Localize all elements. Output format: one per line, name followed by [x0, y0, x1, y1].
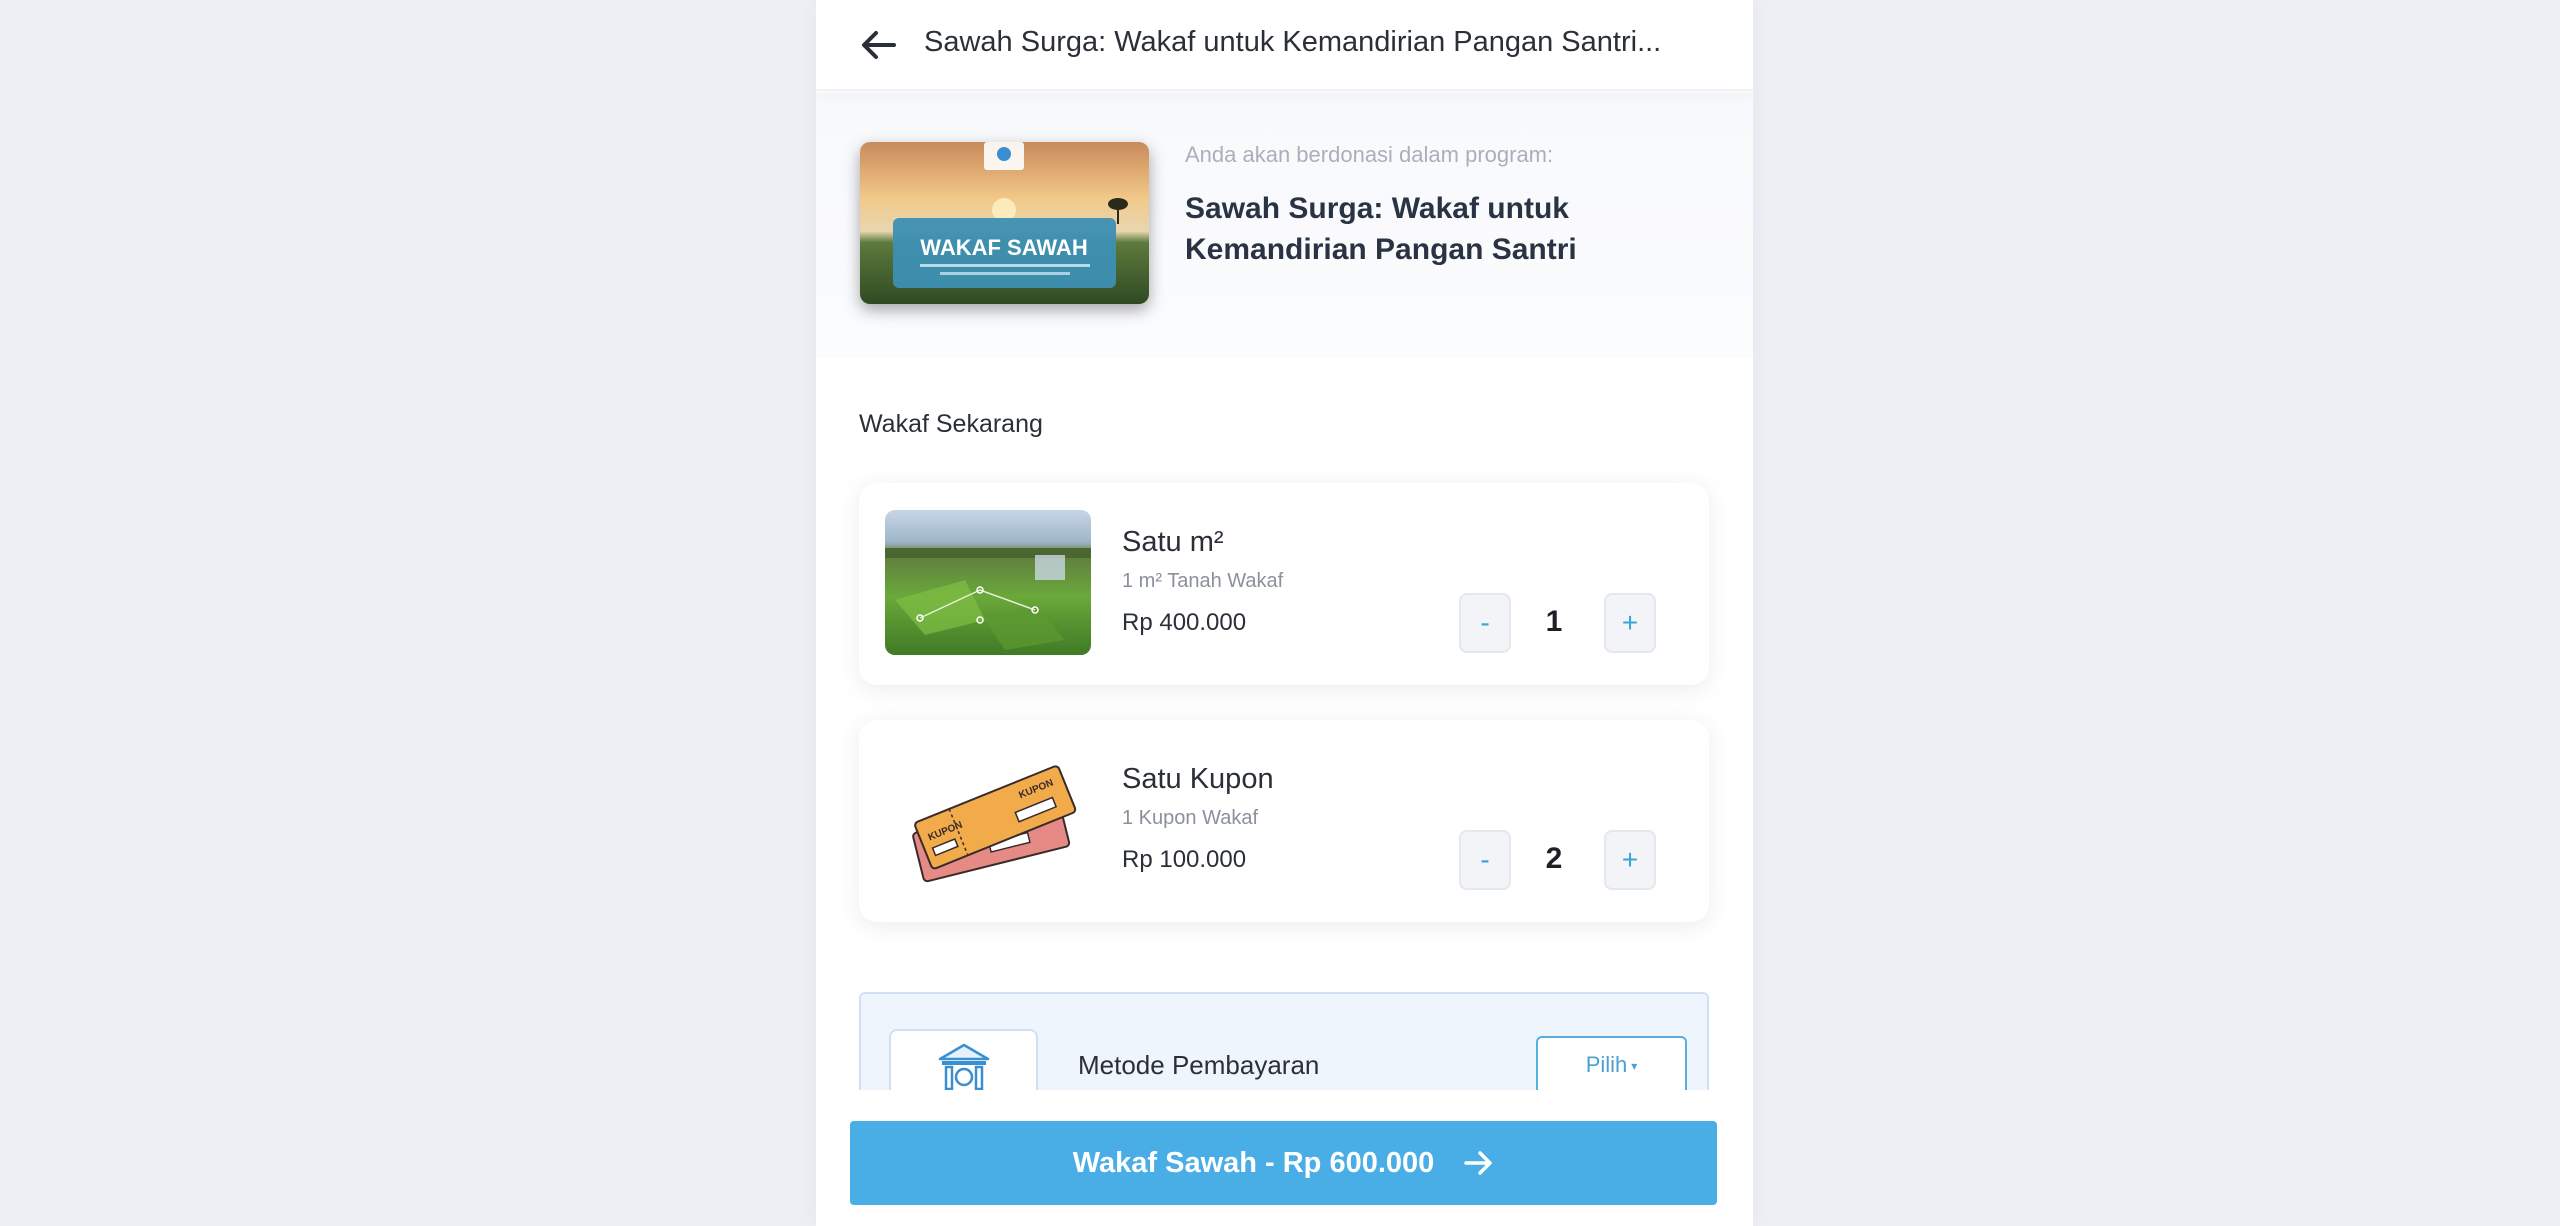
arrow-right-icon	[1464, 1151, 1493, 1175]
decrease-quantity-button[interactable]: -	[1459, 593, 1511, 653]
banner-title: WAKAF SAWAH	[920, 235, 1087, 260]
page-title: Sawah Surga: Wakaf untuk Kemandirian Pan…	[924, 26, 1662, 58]
quantity-value: 1	[1545, 605, 1563, 638]
caret-down-icon: ▾	[1631, 1059, 1638, 1074]
back-button[interactable]	[856, 22, 902, 68]
arrow-left-icon	[862, 31, 896, 59]
product-subtitle: 1 Kupon Wakaf	[1122, 807, 1259, 829]
product-subtitle: 1 m² Tanah Wakaf	[1122, 570, 1284, 592]
product-price: Rp 100.000	[1122, 846, 1247, 873]
coupon-image: KUPON KUPON KUPON	[885, 747, 1091, 892]
bank-icon	[937, 1043, 990, 1095]
donate-button-label: Wakaf Sawah - Rp 600.000	[1072, 1146, 1435, 1179]
product-card-kupon: KUPON KUPON KUPON Satu Kupon 1 Kupon Wak…	[859, 720, 1709, 922]
program-summary: WAKAF SAWAH Anda akan berdonasi dalam pr…	[816, 93, 1753, 358]
product-card-m2: Satu m² 1 m² Tanah Wakaf Rp 400.000 - 1 …	[859, 483, 1709, 685]
program-name: Sawah Surga: Wakaf untuk Kemandirian Pan…	[1185, 192, 1577, 266]
donation-page: Sawah Surga: Wakaf untuk Kemandirian Pan…	[816, 0, 1753, 1226]
payment-select-label: Pilih	[1585, 1052, 1628, 1077]
footer-bar: Wakaf Sawah - Rp 600.000	[816, 1090, 1753, 1226]
top-bar: Sawah Surga: Wakaf untuk Kemandirian Pan…	[816, 0, 1753, 91]
donate-button[interactable]: Wakaf Sawah - Rp 600.000	[850, 1121, 1717, 1205]
section-title: Wakaf Sekarang	[859, 410, 1043, 438]
payment-method-label: Metode Pembayaran	[1078, 1050, 1320, 1080]
product-name: Satu Kupon	[1122, 763, 1274, 795]
increase-quantity-button[interactable]: +	[1604, 593, 1656, 653]
program-intro-text: Anda akan berdonasi dalam program:	[1185, 142, 1554, 167]
product-price: Rp 400.000	[1122, 609, 1247, 636]
quantity-value: 2	[1545, 842, 1563, 875]
decrease-quantity-button[interactable]: -	[1459, 830, 1511, 890]
rice-field-image	[885, 510, 1091, 655]
increase-quantity-button[interactable]: +	[1604, 830, 1656, 890]
payment-method-select[interactable]: Pilih ▾	[1536, 1036, 1687, 1096]
product-name: Satu m²	[1122, 526, 1224, 558]
program-banner-image: WAKAF SAWAH	[860, 142, 1149, 304]
